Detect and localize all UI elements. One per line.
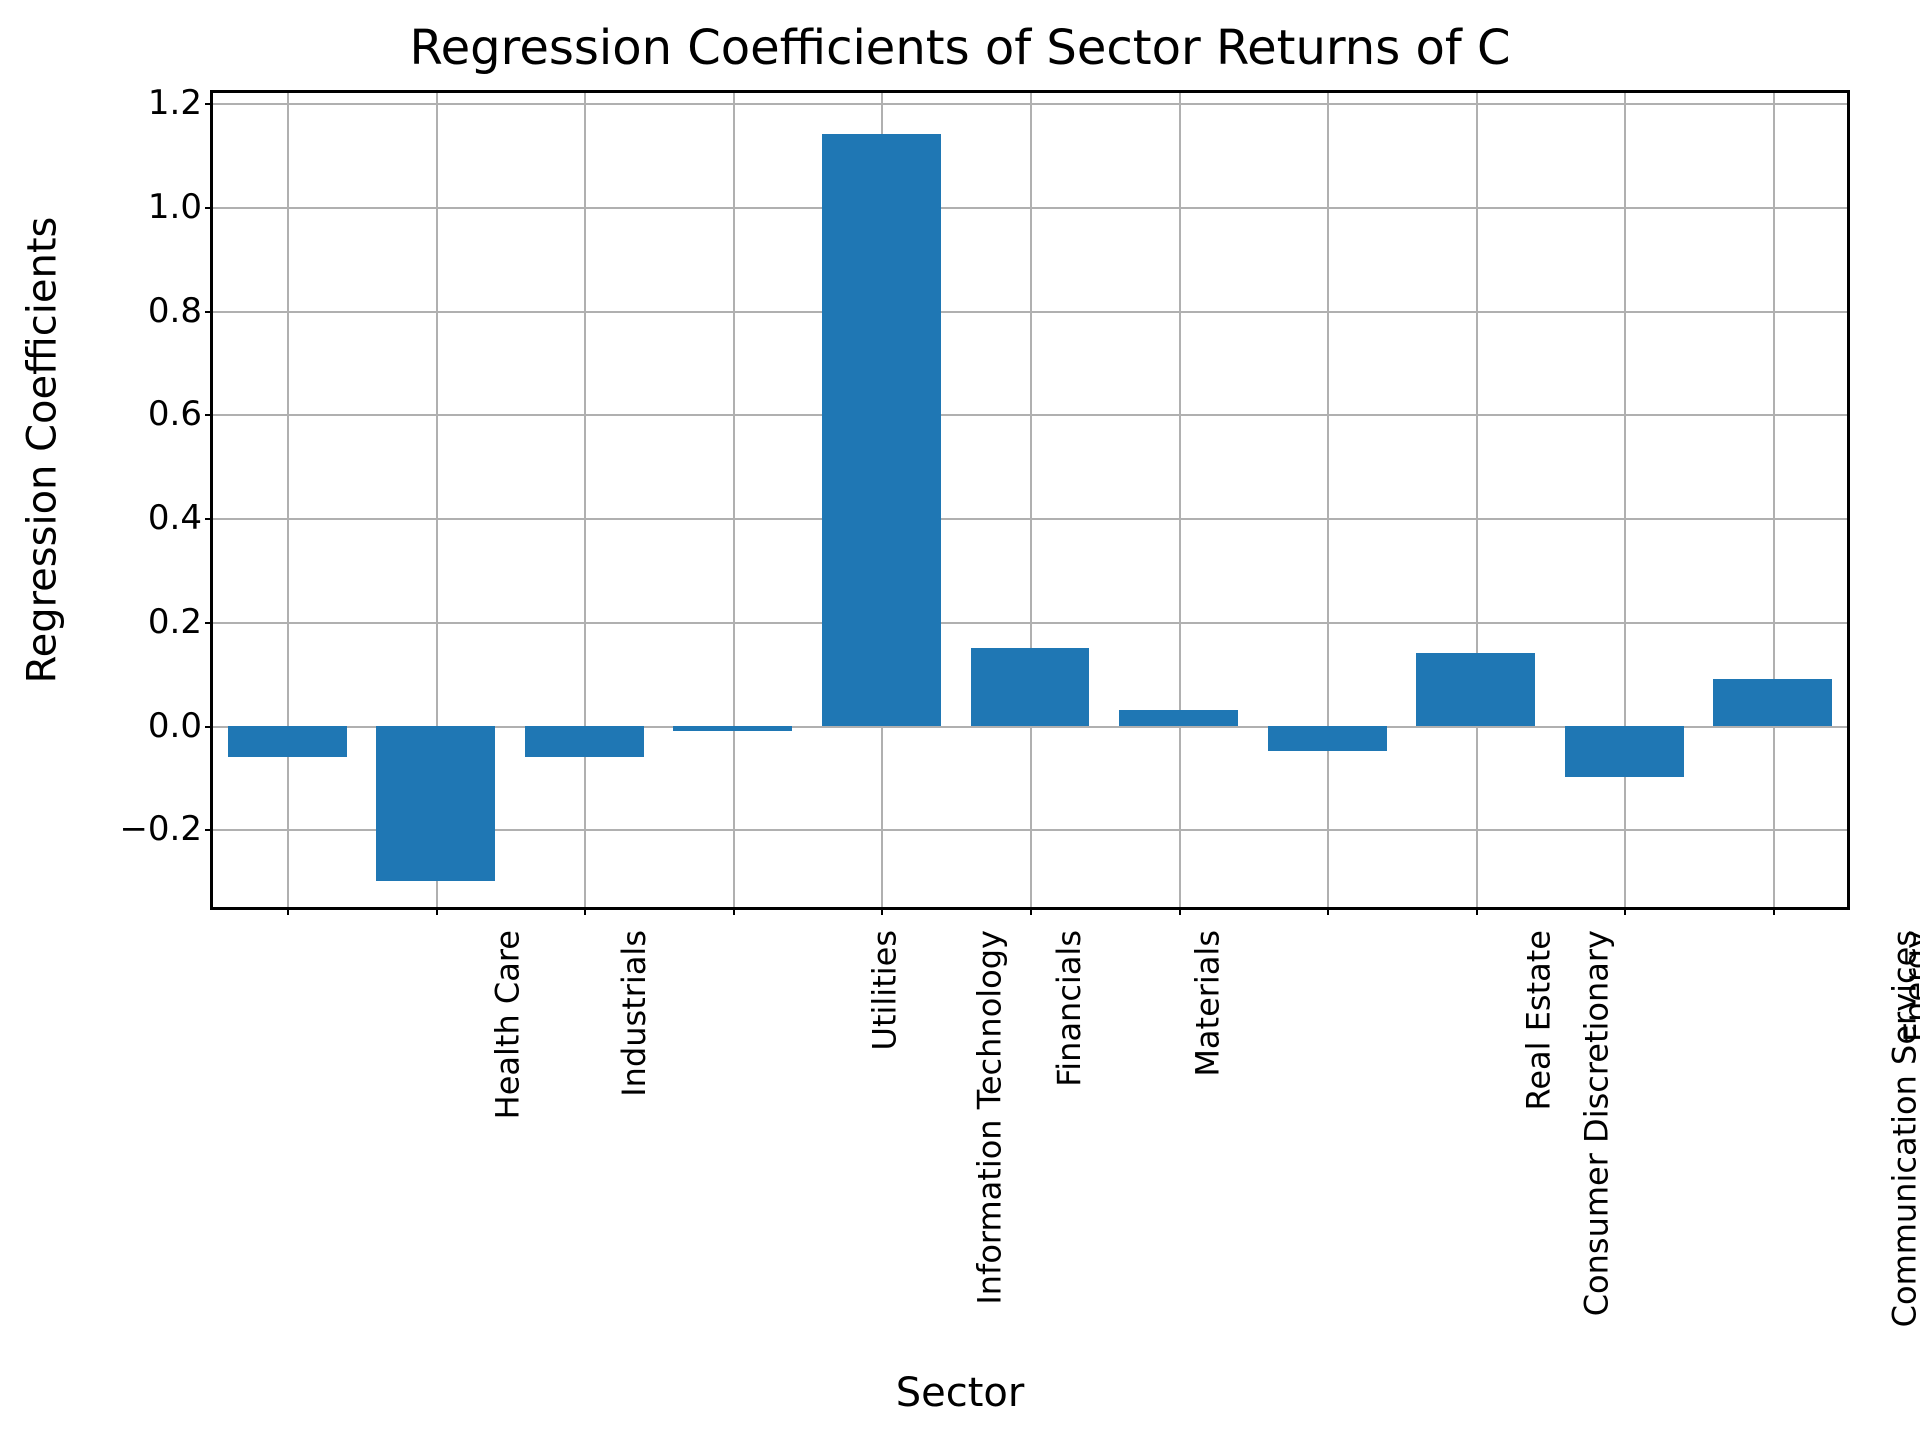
gridline-v	[1476, 93, 1478, 907]
xtick-mark	[584, 907, 586, 915]
ytick-label: 0.2	[102, 602, 202, 642]
gridline-v	[1327, 93, 1329, 907]
gridline-v	[1773, 93, 1775, 907]
xtick-label: Real Estate	[1520, 930, 1558, 1110]
bar	[822, 134, 941, 725]
ytick-label: 1.0	[102, 187, 202, 227]
ytick-mark	[205, 311, 213, 313]
xtick-mark	[881, 907, 883, 915]
gridline-v	[584, 93, 586, 907]
ytick-mark	[205, 518, 213, 520]
bar	[1119, 710, 1238, 726]
bar	[673, 726, 792, 731]
ytick-mark	[205, 726, 213, 728]
ytick-label: 0.6	[102, 394, 202, 434]
xtick-mark	[1773, 907, 1775, 915]
xtick-label: Consumer Discretionary	[1577, 930, 1615, 1316]
ytick-label: 0.8	[102, 291, 202, 331]
x-axis-label: Sector	[0, 1370, 1920, 1416]
bar	[376, 726, 495, 882]
bar	[1416, 653, 1535, 726]
xtick-label: Materials	[1189, 930, 1227, 1077]
ytick-mark	[205, 829, 213, 831]
xtick-mark	[1030, 907, 1032, 915]
chart-figure: Regression Coefficients of Sector Return…	[0, 0, 1920, 1440]
xtick-mark	[1179, 907, 1181, 915]
xtick-label: Utilities	[865, 930, 903, 1050]
ytick-label: −0.2	[102, 809, 202, 849]
xtick-label: Information Technology	[971, 930, 1009, 1305]
gridline-v	[1030, 93, 1032, 907]
ytick-mark	[205, 414, 213, 416]
gridline-v	[287, 93, 289, 907]
xtick-label: Industrials	[615, 930, 653, 1097]
bar	[1565, 726, 1684, 778]
bar	[1268, 726, 1387, 752]
xtick-mark	[733, 907, 735, 915]
xtick-mark	[1476, 907, 1478, 915]
ytick-label: 0.4	[102, 498, 202, 538]
xtick-label: Energy	[1897, 930, 1920, 1042]
bar	[525, 726, 644, 757]
xtick-mark	[436, 907, 438, 915]
xtick-label: Financials	[1050, 930, 1088, 1087]
gridline-v	[733, 93, 735, 907]
ytick-mark	[205, 622, 213, 624]
bar	[228, 726, 347, 757]
chart-title: Regression Coefficients of Sector Return…	[0, 20, 1920, 76]
bar	[971, 648, 1090, 726]
xtick-label: Health Care	[489, 930, 527, 1119]
ytick-label: 1.2	[102, 83, 202, 123]
plot-area	[210, 90, 1850, 910]
y-axis-label: Regression Coefficients	[22, 0, 62, 900]
bar	[1713, 679, 1832, 726]
xtick-mark	[1327, 907, 1329, 915]
ytick-mark	[205, 207, 213, 209]
ytick-label: 0.0	[102, 706, 202, 746]
xtick-mark	[1624, 907, 1626, 915]
gridline-v	[1624, 93, 1626, 907]
xtick-mark	[287, 907, 289, 915]
gridline-v	[1179, 93, 1181, 907]
ytick-mark	[205, 103, 213, 105]
